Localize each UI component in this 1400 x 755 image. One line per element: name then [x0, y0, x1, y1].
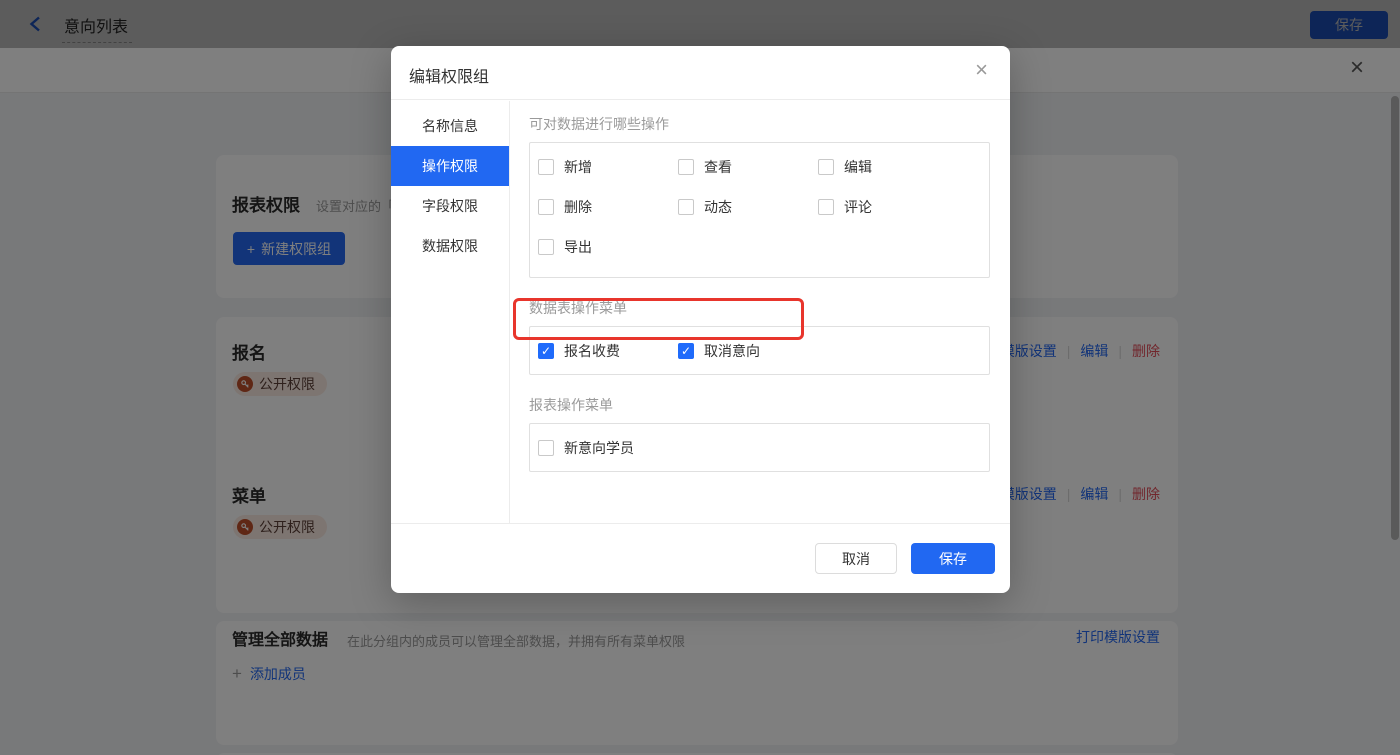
- checkbox-label: 删除: [564, 197, 592, 217]
- checkbox-label: 导出: [564, 237, 592, 257]
- checkbox[interactable]: [678, 159, 694, 175]
- data-operation-box: 新增 查看 编辑删除 动态 评论导出: [529, 142, 990, 278]
- checkbox[interactable]: [538, 159, 554, 175]
- group-label: 报表操作菜单: [529, 395, 990, 415]
- report-menu-box: 新意向学员: [529, 423, 990, 472]
- checkbox-item: 删除: [538, 197, 678, 217]
- modal-title: 编辑权限组: [409, 63, 489, 87]
- checkbox[interactable]: [678, 199, 694, 215]
- checkbox-checked[interactable]: ✓: [538, 343, 554, 359]
- save-button[interactable]: 保存: [911, 543, 995, 574]
- screen: 意向列表 保存 × 报表权限 设置对应的「 + 新建权限组 报名: [0, 0, 1400, 755]
- check-icon: ✓: [541, 345, 551, 357]
- tab-name-info[interactable]: 名称信息: [391, 106, 509, 146]
- checkbox-label: 动态: [704, 197, 732, 217]
- checkbox-label: 新增: [564, 157, 592, 177]
- modal-tab-panel: 可对数据进行哪些操作 新增 查看 编辑删除 动态 评论导出 数据表操作菜单 ✓ 报名收费…: [510, 101, 1010, 523]
- checkbox[interactable]: [538, 239, 554, 255]
- cancel-button[interactable]: 取消: [815, 543, 897, 574]
- checkbox[interactable]: [818, 159, 834, 175]
- group-label: 数据表操作菜单: [529, 298, 990, 318]
- checkbox-item: 新意向学员: [538, 438, 678, 458]
- tab-operation-permission[interactable]: 操作权限: [391, 146, 509, 186]
- checkbox-item: 编辑: [818, 157, 958, 177]
- checkbox-item: 导出: [538, 237, 678, 257]
- check-icon: ✓: [681, 345, 691, 357]
- checkbox[interactable]: [538, 440, 554, 456]
- tab-field-permission[interactable]: 字段权限: [391, 186, 509, 226]
- edit-permission-group-modal: 编辑权限组 × 名称信息 操作权限 字段权限 数据权限 可对数据进行哪些操作 新…: [391, 46, 1010, 593]
- checkbox-checked[interactable]: ✓: [678, 343, 694, 359]
- tab-data-permission[interactable]: 数据权限: [391, 226, 509, 266]
- modal-footer: 取消 保存: [391, 523, 1010, 593]
- checkbox-label: 编辑: [844, 157, 872, 177]
- modal-header: 编辑权限组 ×: [391, 46, 1010, 100]
- checkbox[interactable]: [818, 199, 834, 215]
- checkbox-label: 查看: [704, 157, 732, 177]
- table-menu-box: ✓ 报名收费 ✓ 取消意向: [529, 326, 990, 375]
- checkbox-item: 新增: [538, 157, 678, 177]
- checkbox-item: 查看: [678, 157, 818, 177]
- checkbox[interactable]: [538, 199, 554, 215]
- checkbox-item: 动态: [678, 197, 818, 217]
- checkbox-label: 评论: [844, 197, 872, 217]
- checkbox-item: ✓ 取消意向: [678, 341, 818, 361]
- checkbox-item: ✓ 报名收费: [538, 341, 678, 361]
- group-label: 可对数据进行哪些操作: [529, 114, 990, 134]
- close-icon[interactable]: ×: [975, 59, 988, 81]
- checkbox-item: 评论: [818, 197, 958, 217]
- modal-body: 名称信息 操作权限 字段权限 数据权限 可对数据进行哪些操作 新增 查看 编辑删除 动…: [391, 101, 1010, 523]
- modal-tab-list: 名称信息 操作权限 字段权限 数据权限: [391, 101, 510, 523]
